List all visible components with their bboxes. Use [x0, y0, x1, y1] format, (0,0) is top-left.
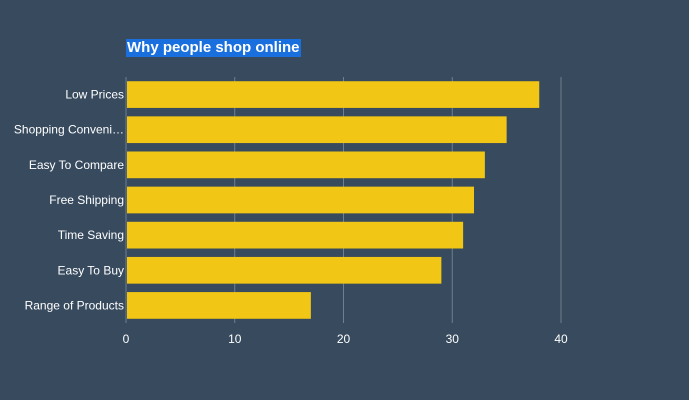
bar[interactable] — [127, 81, 540, 108]
category-label: Easy To Buy — [58, 263, 124, 277]
category-label: Free Shipping — [49, 193, 124, 207]
bar[interactable] — [127, 116, 507, 144]
x-tick-label: 40 — [554, 332, 568, 346]
bar[interactable] — [127, 186, 474, 214]
category-label: Shopping Conveni… — [14, 123, 124, 137]
category-label: Time Saving — [58, 228, 124, 242]
x-tick-label: 10 — [228, 332, 242, 346]
bar-chart: Low Prices Shopping Conveni… Easy To Compa… — [14, 77, 568, 346]
x-tick-label: 0 — [123, 332, 130, 346]
category-label: Range of Products — [25, 298, 124, 312]
bar[interactable] — [127, 256, 442, 284]
x-tick-labels: 0 10 20 30 40 — [123, 332, 568, 346]
category-labels: Low Prices Shopping Conveni… Easy To Compa… — [14, 88, 124, 313]
category-label: Low Prices — [65, 88, 124, 102]
category-label: Easy To Compare — [29, 158, 124, 172]
x-tick-label: 30 — [446, 332, 460, 346]
bar[interactable] — [127, 151, 485, 179]
bar[interactable] — [127, 221, 464, 249]
bars — [127, 81, 540, 319]
bar[interactable] — [127, 292, 311, 319]
x-tick-label: 20 — [337, 332, 351, 346]
